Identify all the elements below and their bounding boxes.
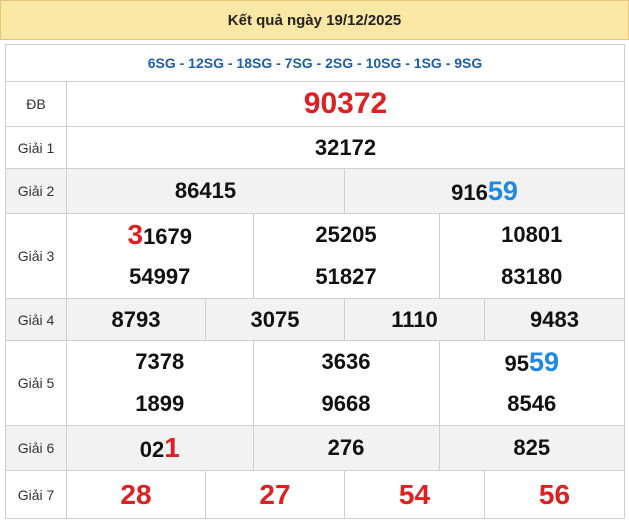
station-codes: 6SG - 12SG - 18SG - 7SG - 2SG - 10SG - 1…	[4, 44, 626, 82]
g6-grid: 021 276 825	[67, 426, 625, 470]
number-tail-highlight: 1	[164, 432, 180, 463]
prize-value-g6-1: 021	[67, 426, 254, 470]
g5-grid: 7378 3636 9559 1899 9668 8546	[67, 341, 624, 425]
number-tail-highlight: 59	[528, 346, 560, 377]
number-tail-highlight: 59	[487, 175, 518, 206]
prize-label-g5: Giải 5	[5, 340, 67, 426]
prize-row-g4: Giải 4 8793 3075 1110 9483	[5, 298, 626, 341]
prize-value-g4-1: 8793	[66, 298, 206, 341]
prize-value-g5-5: 9668	[253, 383, 440, 425]
prize-value-g5-6: 8546	[507, 391, 557, 416]
prize-group-g5: 7378 3636 9559 1899 9668 8546	[65, 340, 626, 426]
prize-label-db: ĐB	[5, 81, 67, 127]
prize-row-g3: Giải 3 31679 25205 10801 54997 51827 831…	[5, 213, 626, 299]
prize-row-g5: Giải 5 7378 3636 9559 1899 9668 8546	[5, 340, 626, 426]
prize-row-g1: Giải 1 32172	[5, 126, 626, 169]
prize-value-g4-2: 3075	[205, 298, 345, 341]
prize-value-g5-1: 7378	[67, 341, 254, 383]
prize-value-g3-3: 10801	[501, 222, 563, 247]
prize-label-g7: Giải 7	[5, 470, 67, 519]
prize-label-g2: Giải 2	[5, 168, 67, 214]
number-tail: 1679	[143, 224, 193, 249]
prize-value-db: 90372	[65, 81, 626, 127]
prize-row-g7: Giải 7 28 27 54 56	[5, 470, 626, 519]
number-head: 916	[451, 179, 488, 205]
prize-row-g6: Giải 6 021 276 825	[5, 425, 626, 471]
prize-value-g3-2: 25205	[253, 214, 440, 256]
prize-value-g7-3: 54	[344, 470, 485, 519]
prize-value-g7-1: 28	[66, 470, 206, 519]
prize-value-g4-3: 1110	[344, 298, 485, 341]
prize-group-g3: 31679 25205 10801 54997 51827 83180	[65, 213, 626, 299]
prize-value-g4-4: 9483	[483, 298, 626, 341]
prize-value-g7-2: 27	[205, 470, 345, 519]
prize-value-g2-2: 91659	[343, 168, 626, 214]
prize-value-g3-5: 51827	[253, 256, 440, 298]
number-head: 02	[139, 437, 165, 462]
prize-value-g3-4: 54997	[67, 256, 254, 298]
results-table: 6SG - 12SG - 18SG - 7SG - 2SG - 10SG - 1…	[4, 44, 626, 519]
prize-label-g4: Giải 4	[5, 298, 67, 341]
g3-grid: 31679 25205 10801 54997 51827 83180	[67, 214, 624, 298]
number-head: 95	[504, 350, 529, 376]
prize-value-g5-4: 1899	[67, 383, 254, 425]
results-page: Kết quả ngày 19/12/2025 6SG - 12SG - 18S…	[0, 0, 629, 531]
prize-row-g2: Giải 2 86415 91659	[5, 168, 626, 214]
number-head-highlight: 3	[127, 219, 144, 250]
prize-value-g7-4: 56	[483, 470, 626, 519]
prize-value-g6-2: 276	[253, 426, 440, 470]
prize-value-g3-1: 31679	[67, 214, 254, 256]
prize-value-g1: 32172	[65, 126, 626, 169]
prize-value-g5-3: 9559	[439, 341, 624, 383]
prize-value-g3-6: 83180	[501, 264, 563, 289]
prize-group-g6: 021 276 825	[65, 425, 626, 471]
prize-label-g3: Giải 3	[5, 213, 67, 299]
prize-label-g1: Giải 1	[5, 126, 67, 169]
prize-value-g5-2: 3636	[253, 341, 440, 383]
station-codes-row: 6SG - 12SG - 18SG - 7SG - 2SG - 10SG - 1…	[4, 44, 626, 82]
prize-value-g6-3: 825	[439, 426, 625, 470]
results-title: Kết quả ngày 19/12/2025	[0, 0, 629, 40]
prize-value-g2-1: 86415	[66, 168, 345, 214]
prize-label-g6: Giải 6	[5, 425, 67, 471]
prize-row-db: ĐB 90372	[5, 81, 626, 127]
